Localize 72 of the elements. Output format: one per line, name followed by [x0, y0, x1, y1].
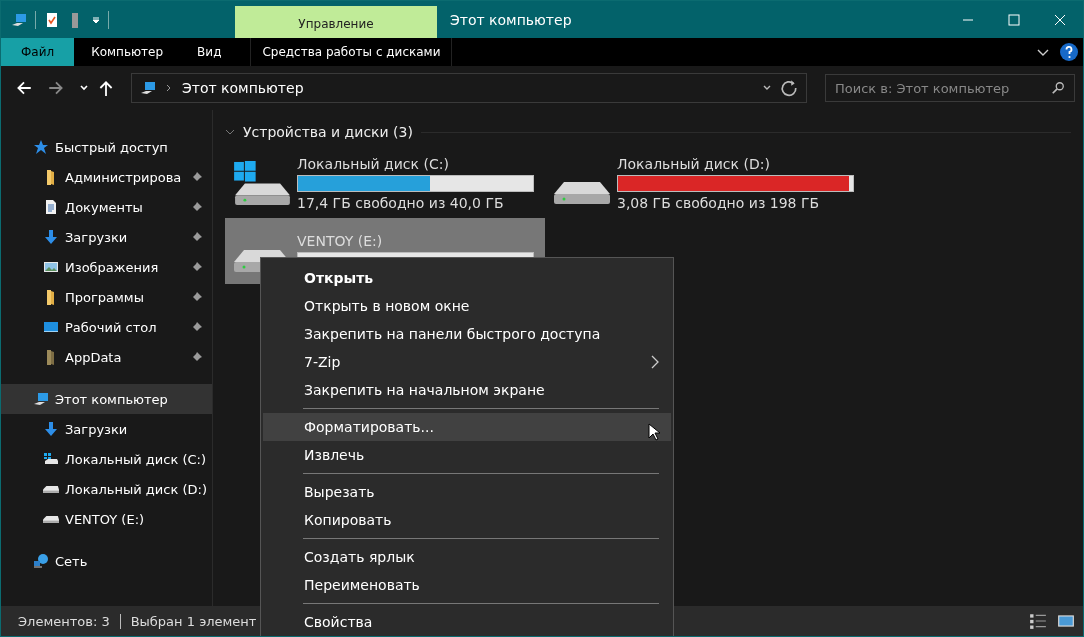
drive-tile[interactable]: Локальный диск (D:) 3,08 ГБ свободно из 198 ГБ — [545, 150, 865, 216]
sidebar-item[interactable]: Локальный диск (D:) — [1, 474, 212, 504]
address-path: Этот компьютер — [182, 80, 304, 96]
selection-count: Выбран 1 элемент — [130, 613, 257, 629]
chevron-down-icon[interactable] — [79, 83, 89, 93]
network-icon — [33, 553, 49, 569]
address-bar[interactable]: Этот компьютер — [131, 73, 807, 103]
ribbon-tab[interactable]: Компьютер — [74, 38, 181, 66]
large-icons-view-icon[interactable] — [1057, 612, 1075, 630]
sidebar-item[interactable]: Быстрый доступ — [1, 132, 212, 162]
context-tab-header: Управление — [235, 6, 437, 38]
free-space-text: 17,4 ГБ свободно из 40,0 ГБ — [297, 194, 505, 211]
search-icon — [1051, 81, 1065, 95]
mouse-cursor-icon — [648, 423, 660, 441]
up-arrow-icon[interactable] — [97, 79, 115, 97]
drive-name: VENTOY (E:) — [297, 233, 384, 249]
image-icon — [43, 259, 59, 275]
menu-item[interactable]: Извлечь — [263, 441, 671, 469]
menu-item[interactable]: Создать ярлык — [263, 543, 671, 571]
menu-item[interactable]: Открыть в новом окне — [263, 292, 671, 320]
sidebar-item[interactable]: AppData — [1, 342, 212, 372]
computer-icon[interactable] — [11, 11, 27, 28]
hard-drive-icon — [553, 181, 611, 205]
sidebar-item[interactable]: Этот компьютер — [1, 384, 212, 414]
refresh-icon[interactable] — [780, 79, 798, 97]
section-title: Устройства и диски (3) — [243, 124, 413, 140]
desktop-icon — [43, 319, 59, 335]
help-icon[interactable] — [1059, 42, 1079, 62]
properties-icon[interactable] — [44, 11, 60, 28]
star-icon — [33, 139, 49, 155]
computer-icon — [140, 80, 156, 96]
drive-tile[interactable]: Локальный диск (C:) 17,4 ГБ свободно из 40,0 ГБ — [225, 150, 545, 216]
dropdown-icon[interactable] — [92, 15, 100, 24]
document-icon — [43, 199, 59, 215]
sidebar-item[interactable]: Документы — [1, 192, 212, 222]
computer-icon — [33, 391, 49, 407]
back-arrow-icon[interactable] — [15, 79, 33, 97]
item-count: Элементов: 3 — [18, 613, 110, 629]
menu-item[interactable]: 7-Zip — [263, 348, 671, 376]
menu-item[interactable]: Закрепить на начальном экране — [263, 376, 671, 404]
sidebar-item[interactable]: Изображения — [1, 252, 212, 282]
menu-item[interactable]: Форматировать... — [263, 413, 671, 441]
collapse-chevron-icon[interactable] — [225, 127, 235, 137]
download-icon — [43, 229, 59, 245]
menu-item[interactable]: Закрепить на панели быстрого доступа — [263, 320, 671, 348]
download-icon — [43, 421, 59, 437]
sidebar-item[interactable]: Загрузки — [1, 222, 212, 252]
free-space-text: 3,08 ГБ свободно из 198 ГБ — [617, 194, 821, 211]
details-view-icon[interactable] — [1029, 612, 1047, 630]
sidebar-item[interactable]: VENTOY (E:) — [1, 504, 212, 534]
sidebar-item[interactable]: Загрузки — [1, 414, 212, 444]
forward-arrow-icon[interactable] — [47, 79, 65, 97]
sidebar-item[interactable]: Программы — [1, 282, 212, 312]
sidebar-item[interactable]: Сеть — [1, 546, 212, 576]
menu-item[interactable]: Свойства — [263, 608, 671, 636]
drive-icon — [43, 515, 59, 523]
drive-name: Локальный диск (C:) — [297, 155, 450, 172]
ribbon-tab[interactable]: Средства работы с дисками — [250, 38, 453, 66]
sidebar-item[interactable]: Локальный диск (C:) — [1, 444, 212, 474]
drive-icon — [43, 485, 59, 493]
menu-item[interactable]: Копировать — [263, 506, 671, 534]
sidebar-item[interactable]: Администрирова — [1, 162, 212, 192]
menu-item[interactable]: Вырезать — [263, 478, 671, 506]
window-title: Этот компьютер — [449, 10, 572, 30]
menu-item[interactable]: Переименовать — [263, 571, 671, 599]
search-field[interactable]: Поиск в: Этот компьютер — [825, 74, 1075, 102]
ribbon-tab[interactable]: Вид — [180, 38, 239, 66]
drive-icon — [43, 451, 59, 467]
hard-drive-icon — [233, 160, 291, 206]
sidebar-item[interactable]: Рабочий стол — [1, 312, 212, 342]
ribbon-tab[interactable]: Файл — [1, 38, 75, 66]
drive-name: Локальный диск (D:) — [617, 155, 771, 172]
